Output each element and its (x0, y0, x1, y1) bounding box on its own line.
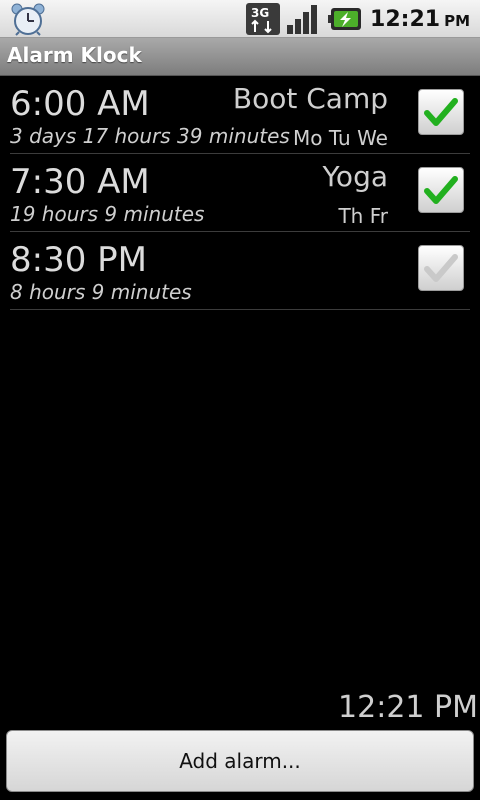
alarm-enabled-checkbox[interactable] (418, 89, 464, 135)
alarm-time-remaining: 3 days 17 hours 39 minutes (10, 124, 290, 148)
alarm-time-remaining: 19 hours 9 minutes (10, 202, 205, 226)
alarm-time: 8:30 PM (10, 240, 147, 280)
battery-charging-icon (328, 8, 362, 30)
status-icons: 3G 12:21 PM (246, 0, 470, 38)
status-clock-time: 12:21 (370, 6, 441, 32)
3g-data-icon: 3G (246, 3, 281, 35)
title-bar: Alarm Klock (0, 38, 480, 76)
add-alarm-button[interactable]: Add alarm... (6, 730, 474, 792)
alarm-clock-icon (11, 3, 45, 36)
signal-strength-icon (287, 5, 318, 34)
screen: 3G 12:21 PM Alarm Klock 6:00 AM Boot Cam… (0, 0, 480, 800)
alarm-time-remaining: 8 hours 9 minutes (10, 280, 192, 304)
alarm-enabled-checkbox[interactable] (418, 245, 464, 291)
alarm-label: Boot Camp (232, 82, 388, 115)
app-title: Alarm Klock (7, 43, 142, 67)
checkmark-icon (424, 98, 458, 126)
alarm-repeat-days: Th Fr (338, 204, 388, 228)
alarm-time: 7:30 AM (10, 162, 150, 202)
status-clock-ampm: PM (444, 11, 470, 30)
alarm-time: 6:00 AM (10, 84, 150, 124)
alarm-repeat-days: Mo Tu We (293, 126, 388, 150)
alarm-label: Yoga (322, 160, 388, 193)
network-type-label: 3G (251, 6, 269, 20)
current-time-display: 12:21 PM (338, 690, 478, 725)
alarm-row[interactable]: 6:00 AM Boot Camp 3 days 17 hours 39 min… (10, 76, 470, 154)
alarm-enabled-checkbox[interactable] (418, 167, 464, 213)
alarm-list: 6:00 AM Boot Camp 3 days 17 hours 39 min… (10, 76, 470, 310)
status-bar: 3G 12:21 PM (0, 0, 480, 38)
status-clock: 12:21 PM (370, 7, 470, 32)
checkmark-icon (424, 254, 458, 282)
alarm-row[interactable]: 7:30 AM Yoga 19 hours 9 minutes Th Fr (10, 154, 470, 232)
alarm-row[interactable]: 8:30 PM 8 hours 9 minutes (10, 232, 470, 310)
checkmark-icon (424, 176, 458, 204)
